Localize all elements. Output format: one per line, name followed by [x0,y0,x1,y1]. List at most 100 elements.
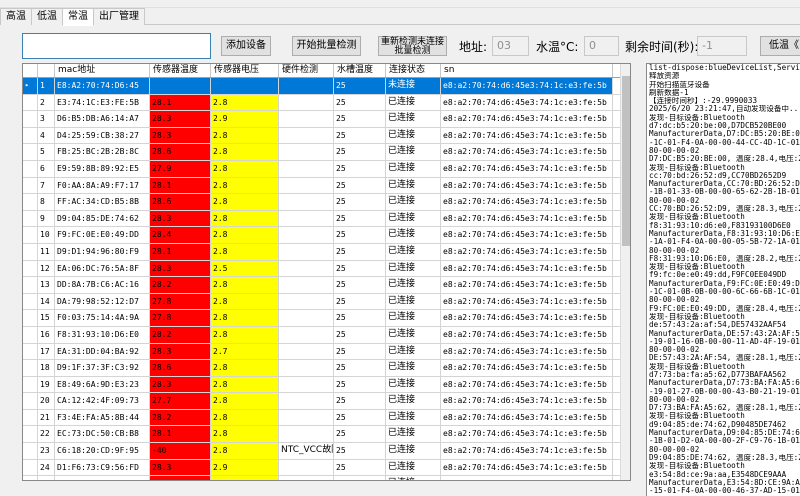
cell-sn[interactable]: e8:a2:70:74:d6:45e3:74:1c:e3:fe:5b [441,443,613,459]
cell-mac[interactable]: D6:B5:DB:A6:14:A7 [55,111,150,127]
cell-index[interactable]: 10 [38,227,55,243]
cell-mac[interactable]: D3:60:5B:B8:E7:3E [55,476,150,480]
cell-mac[interactable]: F9:FC:0E:E0:49:DD [55,227,150,243]
cell-index[interactable]: 4 [38,127,55,144]
cell-water-temp[interactable]: 25 [334,376,386,393]
cell-sn[interactable]: e8:a2:70:74:d6:45e3:74:1c:e3:fe:5b [441,111,613,127]
table-row[interactable]: 22 EC:73:DC:50:CB:B8 28.1 2.8 25 已连接 e8:a2:70:… [23,426,630,444]
cell-water-temp[interactable]: 25 [334,393,386,409]
header-conn-status[interactable]: 连接状态 [386,64,441,77]
cell-mac[interactable]: F8:31:93:10:D6:E0 [55,326,150,343]
row-indicator[interactable] [23,360,38,376]
cell-sn[interactable]: e8:a2:70:74:d6:45e3:74:1c:e3:fe:5b [441,94,613,111]
cell-hardware[interactable] [279,260,334,277]
cell-mac[interactable]: EA:06:DC:76:5A:8F [55,260,150,277]
header-sn[interactable]: sn [441,64,613,77]
scrollbar-thumb[interactable] [622,76,630,246]
cell-sensor-temp[interactable]: 28.3 [150,376,211,393]
cell-sensor-temp[interactable]: 28.1 [150,243,211,260]
cell-mac[interactable]: F0:AA:8A:A9:F7:17 [55,177,150,194]
table-row[interactable]: 8 FF:AC:34:CD:B5:8B 28.6 2.8 25 已连接 e8:a2:70:7… [23,194,630,211]
cell-mac[interactable]: E3:74:1C:E3:FE:5B [55,94,150,111]
cell-sn[interactable]: e8:a2:70:74:d6:45e3:74:1c:e3:fe:5b [441,343,613,360]
cell-sensor-temp[interactable]: 28.6 [150,144,211,160]
row-indicator[interactable] [23,426,38,443]
cell-conn-status[interactable]: 已连接 [386,409,441,426]
cell-sensor-temp[interactable]: 27.8 [150,310,211,326]
cell-conn-status[interactable]: 已连接 [386,360,441,376]
cell-hardware[interactable] [279,243,334,260]
cell-index[interactable]: 23 [38,443,55,459]
cell-sn[interactable]: e8:a2:70:74:d6:45e3:74:1c:e3:fe:5b [441,409,613,426]
cell-sn[interactable]: e8:a2:70:74:d6:45e3:74:1c:e3:fe:5b [441,459,613,476]
cell-water-temp[interactable]: 25 [334,210,386,227]
cell-sn[interactable]: e8:a2:70:74:d6:45e3:74:1c:e3:fe:5b [441,376,613,393]
cell-index[interactable]: 18 [38,360,55,376]
table-row[interactable]: 5 FB:25:BC:2B:2B:8C 28.6 2.8 25 已连接 e8:a2:70:7… [23,144,630,161]
address-field[interactable]: 03 [492,36,529,56]
cell-sensor-volt[interactable]: 2.8 [211,310,279,326]
cell-hardware[interactable] [279,227,334,243]
table-row[interactable]: 11 D9:D1:94:96:80:F9 28.1 2.8 25 已连接 e8:a2:70:… [23,243,630,261]
cell-water-temp[interactable]: 25 [334,177,386,194]
cell-sensor-volt[interactable]: 2.9 [211,111,279,127]
cell-index[interactable]: 15 [38,310,55,326]
cell-mac[interactable]: D9:D1:94:96:80:F9 [55,243,150,260]
cell-sensor-temp[interactable]: 28.2 [150,409,211,426]
row-indicator[interactable] [23,144,38,160]
cell-water-temp[interactable]: 25 [334,227,386,243]
cell-sensor-temp[interactable]: 28.3 [150,260,211,277]
cell-conn-status[interactable]: 已连接 [386,277,441,293]
cell-conn-status[interactable]: 已连接 [386,111,441,127]
cell-mac[interactable]: DD:8A:7B:C6:AC:16 [55,277,150,293]
cell-sn[interactable]: e8:a2:70:74:d6:45e3:74:1c:e3:fe:5b [441,227,613,243]
cell-sensor-temp[interactable]: 27.9 [150,160,211,177]
row-indicator[interactable] [23,393,38,409]
header-sensor-temp[interactable]: 传感器温度 [150,64,211,77]
cell-conn-status[interactable]: 已连接 [386,260,441,277]
cell-mac[interactable]: D9:1F:37:3F:C3:92 [55,360,150,376]
cell-hardware[interactable]: NTC_VCC故障| [279,443,334,459]
cell-index[interactable]: 9 [38,210,55,227]
cell-sensor-temp[interactable]: 28.3 [150,459,211,476]
cell-sensor-temp[interactable]: 27.7 [150,393,211,409]
row-indicator[interactable] [23,160,38,177]
row-indicator[interactable] [23,459,38,476]
cell-conn-status[interactable]: 已连接 [386,310,441,326]
cell-conn-status[interactable]: 已连接 [386,194,441,210]
cell-index[interactable]: 24 [38,459,55,476]
cell-sensor-temp[interactable] [150,78,211,94]
row-indicator[interactable] [23,260,38,277]
cell-index[interactable]: 21 [38,409,55,426]
row-indicator[interactable] [23,243,38,260]
cell-hardware[interactable] [279,476,334,480]
cell-sensor-volt[interactable]: 2.8 [211,360,279,376]
cell-sensor-temp[interactable]: 28.3 [150,111,211,127]
cell-sn[interactable]: e8:a2:70:74:d6:45e3:74:1c:e3:fe:5b [441,144,613,160]
cell-index[interactable]: 25 [38,476,55,480]
cell-hardware[interactable] [279,210,334,227]
cell-hardware[interactable] [279,409,334,426]
cell-mac[interactable]: E8:A2:70:74:D6:45 [55,78,150,94]
cell-sensor-volt[interactable]: 2.8 [211,177,279,194]
cell-mac[interactable]: FB:25:BC:2B:2B:8C [55,144,150,160]
table-row[interactable]: 16 F8:31:93:10:D6:E0 28.2 2.8 25 已连接 e8:a2:70:… [23,326,630,344]
cell-water-temp[interactable]: 25 [334,360,386,376]
cell-hardware[interactable] [279,111,334,127]
cell-water-temp[interactable]: 25 [334,243,386,260]
row-indicator[interactable] [23,210,38,227]
cell-water-temp[interactable]: 25 [334,260,386,277]
cell-sensor-volt[interactable]: 2.8 [211,210,279,227]
cell-index[interactable]: 13 [38,277,55,293]
cell-index[interactable]: 16 [38,326,55,343]
cell-water-temp[interactable]: 25 [334,94,386,111]
cell-sensor-temp[interactable]: 28.3 [150,343,211,360]
cell-sensor-temp[interactable]: 28.3 [150,210,211,227]
cell-conn-status[interactable]: 已连接 [386,177,441,194]
cell-index[interactable]: 19 [38,376,55,393]
table-row[interactable]: 4 D4:25:59:CB:38:27 28.3 2.8 25 已连接 e8:a2:70:7… [23,127,630,145]
cell-sensor-volt[interactable]: 2.9 [211,459,279,476]
row-indicator[interactable] [23,94,38,111]
cell-conn-status[interactable]: 已连接 [386,227,441,243]
cell-sensor-temp[interactable]: 28.1 [150,177,211,194]
